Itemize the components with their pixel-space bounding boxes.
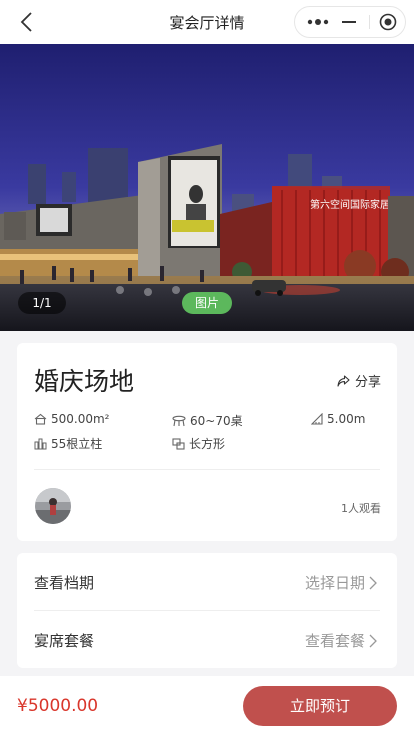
select-date-link[interactable]: 选择日期 [305, 572, 377, 593]
venue-photo[interactable]: 第六空间国际家居 [0, 44, 414, 331]
mini-program-capsule [294, 6, 406, 38]
house-icon [34, 413, 47, 425]
book-now-button[interactable]: 立即预订 [243, 686, 397, 726]
spec-pillars: 55根立柱 [34, 435, 102, 452]
close-target-icon[interactable] [379, 13, 397, 31]
view-package-text: 查看套餐 [304, 632, 365, 650]
more-dots-icon[interactable] [307, 17, 329, 27]
schedule-label: 查看档期 [34, 574, 95, 592]
image-counter: 1/1 [18, 292, 66, 314]
chevron-right-icon [369, 634, 377, 647]
minimize-icon[interactable] [341, 16, 357, 28]
building-sign: 第六空间国际家居 [310, 198, 390, 211]
spec-area: 500.00m² [34, 412, 110, 426]
spec-pillars-value: 55根立柱 [51, 437, 103, 451]
capsule-divider [369, 15, 370, 29]
share-arrow-icon [337, 374, 350, 387]
card-divider [34, 469, 380, 470]
chevron-right-icon [369, 576, 377, 589]
share-button[interactable]: 分享 [337, 371, 381, 390]
spec-area-value: 500.00m² [51, 412, 110, 426]
spec-height-value: 5.00m [327, 412, 366, 426]
price: ¥5000.00 [17, 696, 99, 716]
nav-bar: 宴会厅详情 [0, 0, 414, 44]
package-label: 宴席套餐 [34, 632, 95, 650]
select-date-text: 选择日期 [304, 574, 365, 592]
spec-shape-value: 长方形 [189, 437, 226, 451]
view-count: 1人观看 [341, 502, 381, 515]
pillar-icon [34, 438, 47, 449]
view-package-link[interactable]: 查看套餐 [305, 630, 377, 651]
options-card: 查看档期 选择日期 宴席套餐 查看套餐 [17, 553, 397, 668]
share-label: 分享 [354, 375, 381, 390]
ruler-icon [311, 413, 323, 425]
picture-tab[interactable]: 图片 [182, 292, 232, 314]
spec-tables-value: 60~70桌 [190, 414, 243, 428]
spec-shape: 长方形 [172, 435, 225, 452]
package-row[interactable]: 宴席套餐 查看套餐 [17, 611, 397, 668]
shape-icon [172, 437, 185, 450]
spec-tables: 60~70桌 [172, 412, 243, 429]
venue-info-card: 婚庆场地 分享 500.00m² 60~70桌 5.00m 55根立柱 长方形 … [17, 343, 397, 541]
avatar[interactable] [35, 488, 71, 524]
bottom-bar: ¥5000.00 立即预订 [0, 676, 414, 736]
schedule-row[interactable]: 查看档期 选择日期 [17, 553, 397, 611]
table-icon [172, 415, 186, 426]
venue-name: 婚庆场地 [34, 367, 135, 396]
spec-height: 5.00m [311, 412, 365, 426]
